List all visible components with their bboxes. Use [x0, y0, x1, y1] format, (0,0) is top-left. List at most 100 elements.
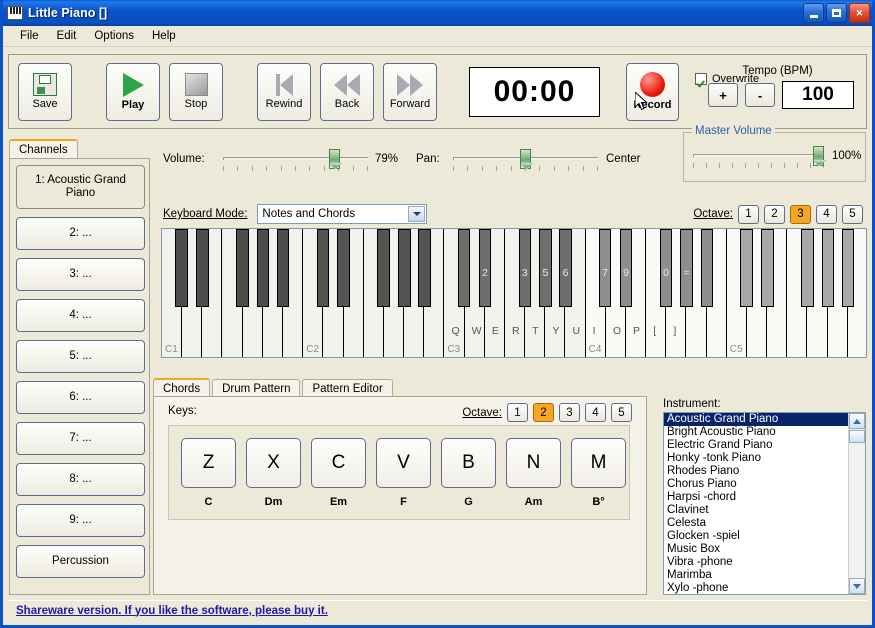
channel-button-9[interactable]: 9: ... [16, 504, 145, 537]
menu-item-options[interactable]: Options [85, 28, 143, 44]
scroll-up-icon[interactable] [849, 413, 865, 429]
scroll-down-icon[interactable] [849, 578, 865, 594]
channel-button-8[interactable]: 8: ... [16, 463, 145, 496]
volume-label: Volume: [163, 153, 205, 165]
piano-black-key[interactable] [841, 229, 855, 307]
tempo-label: Tempo (BPM) [742, 65, 813, 77]
piano-black-key[interactable] [761, 229, 774, 307]
chord-key-Z[interactable]: Z [181, 438, 236, 488]
instrument-item[interactable]: Electric Grand Piano [664, 439, 848, 452]
piano-black-key[interactable] [821, 229, 835, 307]
volume-thumb[interactable] [328, 149, 340, 169]
chords-octave-1[interactable]: 1 [507, 403, 528, 422]
back-button[interactable]: Back [320, 62, 374, 121]
menu-item-file[interactable]: File [11, 28, 48, 44]
instrument-item[interactable]: Harpsi -chord [664, 491, 848, 504]
chord-key-N[interactable]: N [506, 438, 561, 488]
piano-black-key[interactable] [276, 229, 290, 307]
play-button[interactable]: Play [106, 62, 160, 121]
instrument-item[interactable]: Music Box [664, 543, 848, 556]
stop-label: Stop [184, 98, 208, 110]
piano-black-key[interactable] [175, 229, 188, 307]
instrument-item[interactable]: Glocken -spiel [664, 530, 848, 543]
instrument-item[interactable]: Rhodes Piano [664, 465, 848, 478]
chord-key-B[interactable]: B [441, 438, 496, 488]
record-button[interactable]: Record [626, 62, 679, 121]
instrument-item[interactable]: Celesta [664, 517, 848, 530]
rewind-label: Rewind [265, 97, 303, 110]
instrument-scrollbar[interactable] [848, 413, 865, 594]
piano-black-key[interactable] [236, 229, 249, 307]
chord-key-M[interactable]: M [571, 438, 626, 488]
chords-octave-3[interactable]: 3 [559, 403, 580, 422]
instrument-item[interactable]: Marimba [664, 569, 848, 582]
shareware-link[interactable]: Shareware version. If you like the softw… [16, 605, 328, 617]
channel-button-3[interactable]: 3: ... [16, 258, 145, 291]
maximize-button[interactable] [826, 3, 847, 23]
keyboard-mode-select[interactable]: Notes and Chords [257, 204, 428, 224]
piano-black-key[interactable] [418, 229, 431, 307]
volume-slider[interactable] [223, 146, 368, 174]
instrument-item[interactable]: Bright Acoustic Piano [664, 426, 848, 439]
tempo-value[interactable]: 100 [782, 81, 854, 109]
minimize-button[interactable] [803, 3, 824, 23]
tempo-decrease-button[interactable]: - [745, 83, 775, 107]
piano-black-key[interactable] [801, 229, 814, 307]
keyboard-octave-2[interactable]: 2 [764, 204, 785, 224]
menu-item-help[interactable]: Help [143, 28, 185, 44]
pan-thumb[interactable] [520, 149, 531, 169]
piano-black-key[interactable] [337, 229, 350, 307]
piano-black-key[interactable] [196, 229, 209, 307]
piano-black-key[interactable] [700, 229, 714, 307]
instrument-item[interactable]: Clavinet [664, 504, 848, 517]
instrument-item[interactable]: Acoustic Grand Piano [664, 413, 848, 426]
close-button[interactable]: ✕ [849, 3, 870, 23]
piano-black-key[interactable] [377, 229, 390, 307]
piano-black-key[interactable] [398, 229, 411, 307]
chords-octave-2[interactable]: 2 [533, 403, 554, 422]
chords-octave-5[interactable]: 5 [611, 403, 632, 422]
instrument-item[interactable]: Honky -tonk Piano [664, 452, 848, 465]
pan-slider[interactable] [453, 146, 598, 174]
keyboard-mode-label: Keyboard Mode: [163, 208, 248, 220]
channel-button-10[interactable]: Percussion [16, 545, 145, 578]
chords-octave-4[interactable]: 4 [585, 403, 606, 422]
channel-button-2[interactable]: 2: ... [16, 217, 145, 250]
channel-button-7[interactable]: 7: ... [16, 422, 145, 455]
stop-button[interactable]: Stop [169, 62, 223, 121]
channel-button-1[interactable]: 1: Acoustic Grand Piano [16, 165, 145, 209]
chord-key-C[interactable]: C [311, 438, 366, 488]
instrument-listbox[interactable]: Acoustic Grand Piano Bright Acoustic Pian… [663, 412, 866, 595]
piano-white-key-label: T [532, 325, 539, 337]
channel-button-5[interactable]: 5: ... [16, 340, 145, 373]
master-thumb[interactable] [813, 146, 824, 166]
menu-item-edit[interactable]: Edit [48, 28, 86, 44]
tempo-increase-button[interactable]: + [708, 83, 738, 107]
instrument-item[interactable]: Vibra -phone [664, 556, 848, 569]
keyboard-octave-3[interactable]: 3 [790, 204, 811, 224]
instrument-item[interactable]: Xylo -phone [664, 582, 848, 594]
piano-white-key-label: W [471, 325, 482, 337]
rewind-button[interactable]: Rewind [257, 62, 311, 121]
menu-bar: File Edit Options Help [3, 26, 872, 47]
tab-channels[interactable]: Channels [9, 139, 78, 160]
chord-key-X[interactable]: X [246, 438, 301, 488]
piano-black-key[interactable] [740, 229, 753, 307]
piano-black-key[interactable] [316, 229, 329, 307]
chord-key-V[interactable]: V [376, 438, 431, 488]
save-button[interactable]: Save [18, 62, 72, 121]
channel-button-6[interactable]: 6: ... [16, 381, 145, 414]
chord-name-F: F [400, 496, 407, 508]
channel-button-4[interactable]: 4: ... [16, 299, 145, 332]
instrument-item[interactable]: Chorus Piano [664, 478, 848, 491]
piano-black-key[interactable] [256, 229, 270, 307]
master-volume-slider[interactable] [693, 143, 824, 171]
keyboard-octave-4[interactable]: 4 [816, 204, 837, 224]
piano-black-key[interactable] [457, 229, 471, 307]
chevron-down-icon[interactable] [408, 206, 426, 222]
forward-button[interactable]: Forward [383, 62, 437, 121]
keyboard-octave-5[interactable]: 5 [842, 204, 863, 224]
piano-keyboard[interactable]: C1 C2 C3 C4 C5 2 3 5 6 7 9 0 = Q W E R T Y U I O P [] [161, 228, 867, 358]
scrollbar-thumb[interactable] [849, 430, 865, 443]
keyboard-octave-1[interactable]: 1 [738, 204, 759, 224]
